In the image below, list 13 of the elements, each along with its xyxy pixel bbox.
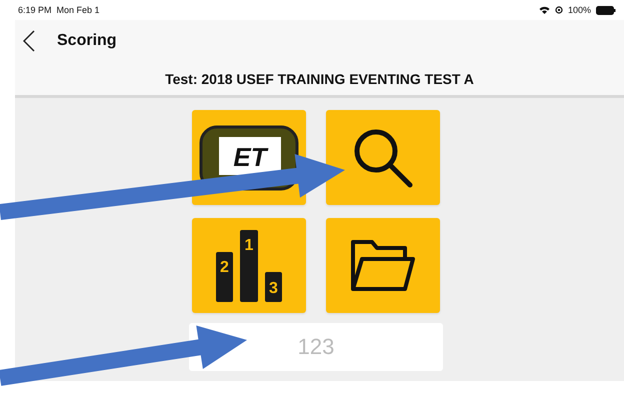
status-time: 6:19 PM xyxy=(18,5,52,15)
wifi-icon xyxy=(538,6,550,14)
menu-tile[interactable]: 1 2 3 xyxy=(192,218,306,313)
battery-icon xyxy=(596,6,616,14)
menu-tile[interactable] xyxy=(326,110,440,205)
nav-title: Scoring xyxy=(57,32,117,50)
test-title: Test: 2018 USEF TRAINING EVENTING TEST A xyxy=(165,70,474,86)
battery-percent: 100% xyxy=(568,5,591,15)
status-date: Mon Feb 1 xyxy=(56,5,100,15)
menu-tile[interactable] xyxy=(326,218,440,313)
number-input-field[interactable]: 123 xyxy=(189,323,443,371)
orientation-lock-icon xyxy=(554,6,563,14)
back-icon[interactable] xyxy=(23,30,35,52)
